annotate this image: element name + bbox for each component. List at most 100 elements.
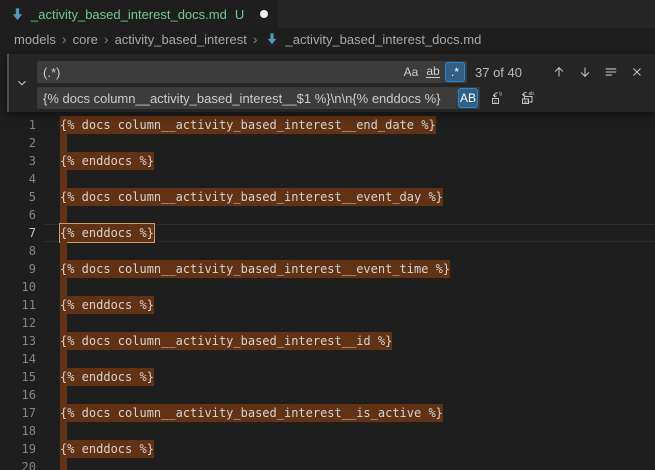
toggle-replace-button[interactable] <box>10 54 34 112</box>
line-number: 9 <box>0 260 36 278</box>
code-text[interactable] <box>60 422 67 440</box>
markdown-icon <box>10 7 25 22</box>
line-number: 8 <box>0 242 36 260</box>
code-text[interactable]: {% enddocs %} <box>60 152 154 170</box>
code-line: 1 {% docs column__activity_based_interest… <box>0 116 655 134</box>
code-text[interactable] <box>60 206 67 224</box>
code-text[interactable] <box>60 458 67 470</box>
preserve-case-toggle[interactable]: AB <box>458 88 478 108</box>
find-in-selection-button[interactable] <box>601 62 621 82</box>
line-number: 19 <box>0 440 36 458</box>
replace-all-icon: ab ac <box>520 90 536 106</box>
tab-activity-docs[interactable]: _activity_based_interest_docs.md U <box>0 0 278 28</box>
editor[interactable]: 1 {% docs column__activity_based_interest… <box>0 50 655 470</box>
line-number: 6 <box>0 206 36 224</box>
arrow-down-icon <box>578 65 592 79</box>
breadcrumb-item-models[interactable]: models <box>14 32 56 47</box>
code-line: 16 <box>0 386 655 404</box>
code-text[interactable]: {% docs column__activity_based_interest_… <box>60 404 443 422</box>
breadcrumb-item-file[interactable]: _activity_based_interest_docs.md <box>285 32 481 47</box>
markdown-icon <box>265 32 279 46</box>
code-text[interactable]: {% docs column__activity_based_interest_… <box>60 116 436 134</box>
code-line: 12 <box>0 314 655 332</box>
code-line: 5 {% docs column__activity_based_interest… <box>0 188 655 206</box>
code-text[interactable]: {% docs column__activity_based_interest_… <box>60 260 450 278</box>
line-number: 1 <box>0 116 36 134</box>
line-number: 5 <box>0 188 36 206</box>
code-lines: 1 {% docs column__activity_based_interest… <box>0 116 655 470</box>
replace-icon: b c <box>490 90 506 106</box>
next-match-button[interactable] <box>575 62 595 82</box>
close-find-button[interactable] <box>627 62 647 82</box>
selection-lines-icon <box>604 65 618 79</box>
chevron-right-icon: › <box>251 31 260 47</box>
code-line: 14 <box>0 350 655 368</box>
code-text[interactable]: {% enddocs %} <box>60 440 154 458</box>
find-widget: (.*) Aa ab .* 37 of 40 <box>7 54 655 112</box>
code-line: 17 {% docs column__activity_based_interes… <box>0 404 655 422</box>
svg-text:b: b <box>499 92 502 98</box>
replace-button[interactable]: b c <box>488 88 508 108</box>
breadcrumb-item-activity-based-interest[interactable]: activity_based_interest <box>115 32 247 47</box>
code-text[interactable] <box>60 350 67 368</box>
svg-text:c: c <box>494 99 497 105</box>
code-line: 10 <box>0 278 655 296</box>
code-line: 20 <box>0 458 655 470</box>
code-text[interactable]: {% enddocs %} <box>60 368 154 386</box>
regex-toggle[interactable]: .* <box>445 62 465 82</box>
replace-buttons-group: b c ab ac <box>488 88 538 108</box>
code-line: 7{% enddocs %} <box>0 224 655 242</box>
find-input[interactable]: (.*) Aa ab .* <box>37 61 467 83</box>
code-text[interactable] <box>60 242 67 260</box>
find-value: (.*) <box>43 65 401 80</box>
match-case-toggle[interactable]: Aa <box>401 62 421 82</box>
replace-all-button[interactable]: ab ac <box>518 88 538 108</box>
code-line: 9 {% docs column__activity_based_interest… <box>0 260 655 278</box>
line-number: 12 <box>0 314 36 332</box>
line-number: 3 <box>0 152 36 170</box>
previous-match-button[interactable] <box>549 62 569 82</box>
line-number: 4 <box>0 170 36 188</box>
code-text[interactable]: {% enddocs %} <box>60 296 154 314</box>
code-line: 2 <box>0 134 655 152</box>
chevron-right-icon: › <box>102 31 111 47</box>
code-line: 18 <box>0 422 655 440</box>
breadcrumb: models › core › activity_based_interest … <box>0 28 655 50</box>
results-count: 37 of 40 <box>475 65 522 80</box>
code-line: 6 <box>0 206 655 224</box>
code-text[interactable] <box>60 314 67 332</box>
close-icon <box>630 65 644 79</box>
chevron-right-icon: › <box>60 31 69 47</box>
arrow-up-icon <box>552 65 566 79</box>
code-line: 15 {% enddocs %} <box>0 368 655 386</box>
git-status-badge: U <box>235 7 244 22</box>
code-text[interactable]: {% enddocs %} <box>60 224 154 242</box>
replace-row: {% docs column__activity_based_interest_… <box>37 87 655 109</box>
find-row: (.*) Aa ab .* 37 of 40 <box>37 61 655 83</box>
chevron-down-icon <box>15 76 29 90</box>
line-number: 20 <box>0 458 36 470</box>
modified-indicator[interactable] <box>260 10 268 18</box>
svg-text:ac: ac <box>524 100 530 105</box>
line-number: 10 <box>0 278 36 296</box>
replace-input[interactable]: {% docs column__activity_based_interest_… <box>37 87 480 109</box>
breadcrumb-item-core[interactable]: core <box>73 32 98 47</box>
code-line: 19 {% enddocs %} <box>0 440 655 458</box>
whole-word-toggle[interactable]: ab <box>423 62 443 82</box>
line-number: 16 <box>0 386 36 404</box>
line-number: 18 <box>0 422 36 440</box>
replace-value: {% docs column__activity_based_interest_… <box>43 91 458 106</box>
code-text[interactable] <box>60 134 67 152</box>
line-number: 11 <box>0 296 36 314</box>
code-line: 4 <box>0 170 655 188</box>
code-text[interactable]: {% docs column__activity_based_interest_… <box>60 188 443 206</box>
code-text[interactable] <box>60 386 67 404</box>
code-text[interactable]: {% docs column__activity_based_interest_… <box>60 332 392 350</box>
code-line: 13 {% docs column__activity_based_interes… <box>0 332 655 350</box>
code-text[interactable] <box>60 170 67 188</box>
line-number: 17 <box>0 404 36 422</box>
line-number: 15 <box>0 368 36 386</box>
code-text[interactable] <box>60 278 67 296</box>
line-number: 13 <box>0 332 36 350</box>
code-line: 8 <box>0 242 655 260</box>
